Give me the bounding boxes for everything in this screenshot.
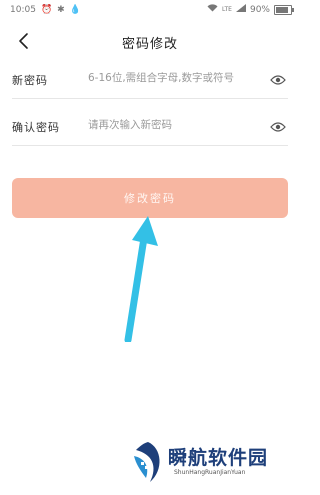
drop-icon: 💧 [69, 5, 81, 15]
network-type: LTE [222, 5, 232, 13]
new-password-row: 新密码 [12, 60, 288, 99]
confirm-password-visibility-toggle[interactable] [270, 118, 286, 132]
new-password-visibility-toggle[interactable] [270, 71, 286, 85]
status-right: LTE 90% [207, 4, 294, 15]
page-title: 密码修改 [121, 37, 178, 52]
status-time: 10:05 [10, 5, 36, 15]
watermark-title: 瞬航软件园 [168, 447, 269, 469]
status-left: 10:05 ⏰ ✱ 💧 [10, 5, 81, 15]
battery-icon [274, 4, 294, 15]
eye-icon [270, 122, 286, 132]
confirm-password-row: 确认密码 [12, 107, 288, 146]
signal-icon [235, 4, 246, 15]
new-password-label: 新密码 [12, 74, 48, 87]
battery-percent: 90% [249, 4, 270, 15]
bluetooth-icon: ✱ [57, 5, 65, 15]
watermark-logo-icon [134, 442, 160, 482]
new-password-input[interactable] [88, 66, 258, 90]
wifi-icon [207, 4, 218, 15]
eye-icon [270, 75, 286, 85]
watermark: 瞬航软件园 ShunHangRuanJianYuan [130, 440, 290, 490]
annotation-arrow-icon [124, 216, 158, 342]
nav-bar: 密码修改 [0, 28, 300, 56]
confirm-password-label: 确认密码 [12, 121, 60, 134]
watermark-subtitle: ShunHangRuanJianYuan [174, 469, 246, 476]
status-bar: 10:05 ⏰ ✱ 💧 LTE 90% [0, 0, 300, 22]
confirm-password-input[interactable] [88, 113, 258, 137]
alarm-icon: ⏰ [40, 5, 53, 15]
